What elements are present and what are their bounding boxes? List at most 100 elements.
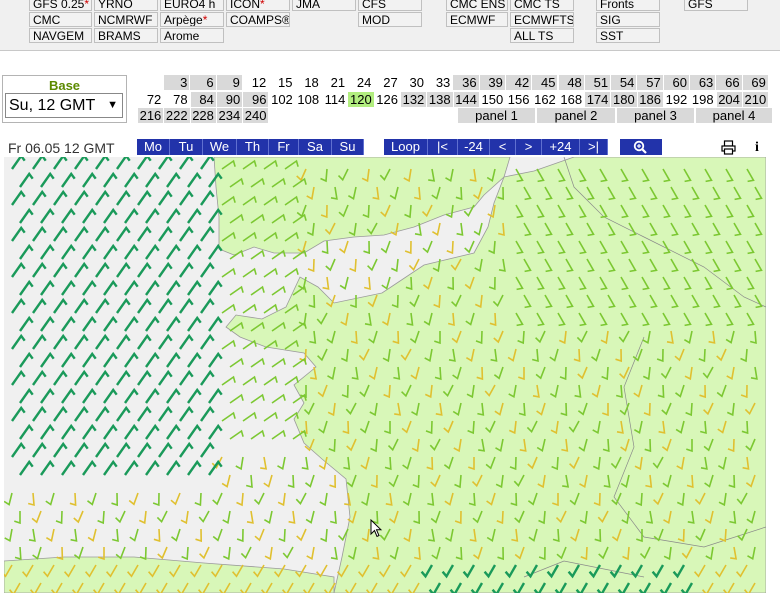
forecast-hour-57[interactable]: 57 (637, 75, 663, 90)
model-gfs025[interactable]: GFS 0.25* (29, 0, 92, 11)
day-sa-button[interactable]: Sa (299, 139, 332, 155)
forecast-hour-144[interactable]: 144 (453, 92, 479, 107)
forecast-hour-60[interactable]: 60 (663, 75, 689, 90)
panel-3-button[interactable]: panel 3 (617, 108, 694, 123)
forecast-hour-9[interactable]: 9 (216, 75, 242, 90)
forecast-hour-63[interactable]: 63 (690, 75, 716, 90)
forecast-hour-222[interactable]: 222 (164, 108, 190, 123)
forecast-hour-78[interactable]: 78 (164, 92, 189, 107)
forecast-hour-24[interactable]: 24 (348, 75, 373, 90)
forecast-hour-132[interactable]: 132 (401, 92, 427, 107)
forecast-hour-120[interactable]: 120 (348, 92, 374, 107)
forecast-hour-72[interactable]: 72 (138, 92, 163, 107)
forecast-hour-18[interactable]: 18 (296, 75, 321, 90)
day-su-button[interactable]: Su (332, 139, 364, 155)
model-all-ts[interactable]: ALL TS (510, 28, 574, 43)
forecast-hour-114[interactable]: 114 (322, 92, 347, 107)
forecast-hour-54[interactable]: 54 (611, 75, 637, 90)
model-label: SIG (600, 13, 621, 27)
model-ncmrwf[interactable]: NCMRWF (94, 12, 158, 27)
panel-4-button[interactable]: panel 4 (696, 108, 772, 123)
forecast-hour-66[interactable]: 66 (716, 75, 742, 90)
forecast-hour-12[interactable]: 12 (243, 75, 268, 90)
model-gfs-right[interactable]: GFS (684, 0, 748, 11)
forecast-hour-33[interactable]: 33 (427, 75, 452, 90)
forecast-hour-204[interactable]: 204 (716, 92, 742, 107)
model-cmc-ts[interactable]: CMC TS (510, 0, 574, 11)
base-run-select[interactable]: Su, 12 GMT ▼ (5, 93, 123, 118)
day-tu-button[interactable]: Tu (170, 139, 203, 155)
model-navgem[interactable]: NAVGEM (29, 28, 92, 43)
forecast-hour-240[interactable]: 240 (243, 108, 269, 123)
forecast-hour-45[interactable]: 45 (532, 75, 558, 90)
forecast-hour-42[interactable]: 42 (505, 75, 532, 90)
forecast-hour-108[interactable]: 108 (296, 92, 321, 107)
model-ecmwf[interactable]: ECMWF (446, 12, 508, 27)
model-euro4h[interactable]: EURO4 h (160, 0, 224, 11)
wind-map[interactable] (4, 157, 766, 593)
forecast-hour-30[interactable]: 30 (401, 75, 426, 90)
forecast-hour-186[interactable]: 186 (637, 92, 663, 107)
forecast-hour-6[interactable]: 6 (190, 75, 216, 90)
forecast-hour-168[interactable]: 168 (559, 92, 584, 107)
forecast-hour-216[interactable]: 216 (138, 108, 164, 123)
model-sst[interactable]: SST (596, 28, 660, 43)
forecast-hour-27[interactable]: 27 (374, 75, 399, 90)
model-sig[interactable]: SIG (596, 12, 660, 27)
model-yrno[interactable]: YRNO (94, 0, 158, 11)
forecast-hour-21[interactable]: 21 (322, 75, 347, 90)
first-button[interactable]: |< (428, 139, 458, 155)
plus24-button[interactable]: +24 (542, 139, 580, 155)
forecast-hour-198[interactable]: 198 (690, 92, 715, 107)
model-cmc[interactable]: CMC (29, 12, 92, 27)
forecast-hour-180[interactable]: 180 (611, 92, 637, 107)
model-coamps[interactable]: COAMPS® (226, 12, 290, 27)
model-arpege[interactable]: Arpège* (160, 12, 224, 27)
zoom-button[interactable] (620, 139, 662, 155)
model-brams[interactable]: BRAMS (94, 28, 158, 43)
forecast-hour-15[interactable]: 15 (269, 75, 294, 90)
model-arome[interactable]: Arome (160, 28, 224, 43)
forecast-hour-84[interactable]: 84 (190, 92, 216, 107)
forecast-hour-39[interactable]: 39 (479, 75, 505, 90)
next-button[interactable]: > (516, 139, 542, 155)
model-jma[interactable]: JMA (292, 0, 356, 11)
forecast-hour-126[interactable]: 126 (375, 92, 400, 107)
forecast-hour-3[interactable]: 3 (164, 75, 190, 90)
print-button[interactable] (720, 140, 736, 156)
panel-label: panel 3 (634, 108, 677, 123)
panel-1-button[interactable]: panel 1 (458, 108, 535, 123)
forecast-hour-96[interactable]: 96 (243, 92, 269, 107)
forecast-hour-150[interactable]: 150 (480, 92, 505, 107)
forecast-hour-192[interactable]: 192 (664, 92, 689, 107)
day-mo-button[interactable]: Mo (137, 139, 170, 155)
forecast-hour-156[interactable]: 156 (506, 92, 531, 107)
forecast-hour-51[interactable]: 51 (584, 75, 611, 90)
prev-button[interactable]: < (490, 139, 516, 155)
forecast-hour-69[interactable]: 69 (742, 75, 768, 90)
model-icon[interactable]: ICON* (226, 0, 290, 11)
model-ecmwfts[interactable]: ECMWFTS (510, 12, 574, 27)
last-button[interactable]: >| (580, 139, 608, 155)
model-cfs[interactable]: CFS (358, 0, 422, 11)
forecast-hour-36[interactable]: 36 (453, 75, 479, 90)
forecast-hour-210[interactable]: 210 (742, 92, 769, 107)
loop-button[interactable]: Loop (384, 139, 428, 155)
forecast-hour-90[interactable]: 90 (216, 92, 243, 107)
info-button[interactable]: i (749, 140, 765, 156)
day-we-button[interactable]: We (203, 139, 237, 155)
forecast-hour-48[interactable]: 48 (558, 75, 584, 90)
forecast-hour-162[interactable]: 162 (533, 92, 558, 107)
model-fronts[interactable]: Fronts (596, 0, 660, 11)
forecast-hour-234[interactable]: 234 (216, 108, 243, 123)
model-mod[interactable]: MOD (358, 12, 422, 27)
forecast-hour-174[interactable]: 174 (585, 92, 611, 107)
day-th-button[interactable]: Th (237, 139, 269, 155)
forecast-hour-138[interactable]: 138 (427, 92, 453, 107)
forecast-hour-228[interactable]: 228 (190, 108, 216, 123)
day-fr-button[interactable]: Fr (269, 139, 299, 155)
forecast-hour-102[interactable]: 102 (270, 92, 295, 107)
model-cmc-ens[interactable]: CMC ENS (446, 0, 508, 11)
panel-2-button[interactable]: panel 2 (537, 108, 615, 123)
minus24-button[interactable]: -24 (458, 139, 490, 155)
